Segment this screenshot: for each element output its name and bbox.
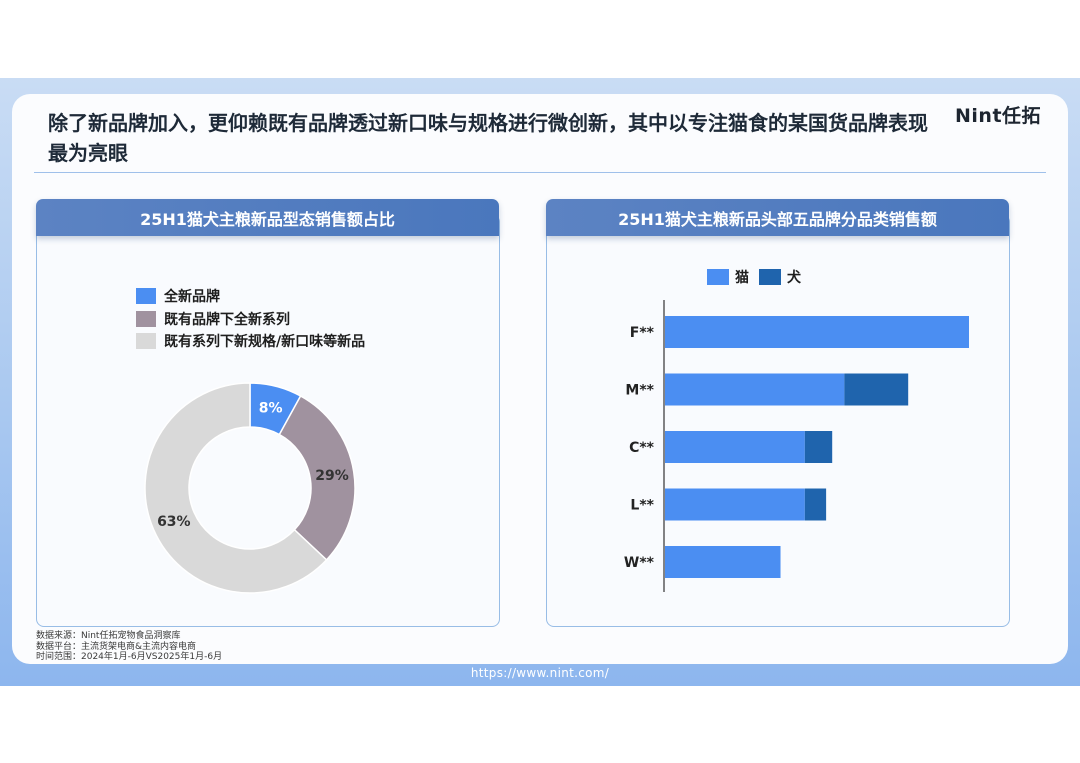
bar-W-0 — [665, 546, 781, 578]
bar-C-1 — [804, 431, 833, 463]
legend-label: 既有系列下新规格/新口味等新品 — [164, 334, 366, 351]
donut-legend: 全新品牌 既有品牌下全新系列 既有系列下新规格/新口味等新品 — [136, 285, 365, 353]
bar-L-0 — [665, 488, 805, 521]
bar-L-1 — [804, 488, 827, 521]
y-tick-label: M** — [625, 383, 654, 399]
footnote-platform: 数据平台：主流货架电商&主流内容电商 — [36, 641, 197, 652]
legend-swatch — [136, 333, 156, 350]
footnote-source: 数据来源：Nint任拓宠物食品洞察库 — [36, 631, 181, 641]
legend-item-new-variant: 既有系列下新规格/新口味等新品 — [136, 330, 365, 353]
title-divider — [34, 172, 1046, 173]
legend-item-new-brand: 全新品牌 — [136, 285, 365, 308]
donut-panel-title: 25H1猫犬主粮新品型态销售额占比 — [36, 199, 499, 236]
donut-chart: 8% 29% 63% — [144, 382, 356, 594]
bar-legend: 猫 犬 — [707, 267, 811, 287]
legend-swatch — [707, 269, 729, 285]
bar-chart: F** M** C** L** W** — [624, 300, 969, 592]
donut-slice-label-2: 63% — [157, 514, 191, 530]
bar-F-0 — [665, 316, 969, 348]
legend-item-dog: 犬 — [759, 267, 801, 287]
page-headline: 除了新品牌加入，更仰赖既有品牌透过新口味与规格进行微创新，其中以专注猫食的某国货… — [48, 111, 928, 165]
donut-slice-label-0: 8% — [259, 401, 283, 417]
nint-logo: Nint任拓 — [955, 105, 1042, 127]
donut-slice-label-1: 29% — [315, 468, 349, 484]
footnote: 数据来源：Nint任拓宠物食品洞察库 数据平台：主流货架电商&主流内容电商 时间… — [36, 631, 222, 663]
legend-label: 全新品牌 — [164, 289, 220, 306]
legend-swatch — [136, 310, 156, 327]
y-tick-label: L** — [630, 498, 654, 514]
legend-item-cat: 猫 — [707, 267, 749, 287]
legend-label: 猫 — [735, 270, 749, 286]
bar-C-0 — [665, 431, 805, 463]
legend-label: 犬 — [787, 270, 801, 286]
y-tick-label: F** — [630, 325, 655, 341]
bar-M-1 — [844, 373, 909, 406]
legend-swatch — [136, 288, 156, 305]
legend-label: 既有品牌下全新系列 — [164, 311, 290, 328]
bar-panel-title: 25H1猫犬主粮新品头部五品牌分品类销售额 — [546, 199, 1009, 236]
site-url: https://www.nint.com/ — [470, 666, 610, 680]
legend-swatch — [759, 269, 781, 285]
legend-item-new-series: 既有品牌下全新系列 — [136, 308, 365, 331]
y-tick-label: C** — [629, 440, 655, 456]
footnote-period: 时间范围：2024年1月-6月VS2025年1月-6月 — [36, 652, 223, 662]
y-tick-label: W** — [624, 555, 655, 571]
bar-M-0 — [665, 373, 845, 406]
